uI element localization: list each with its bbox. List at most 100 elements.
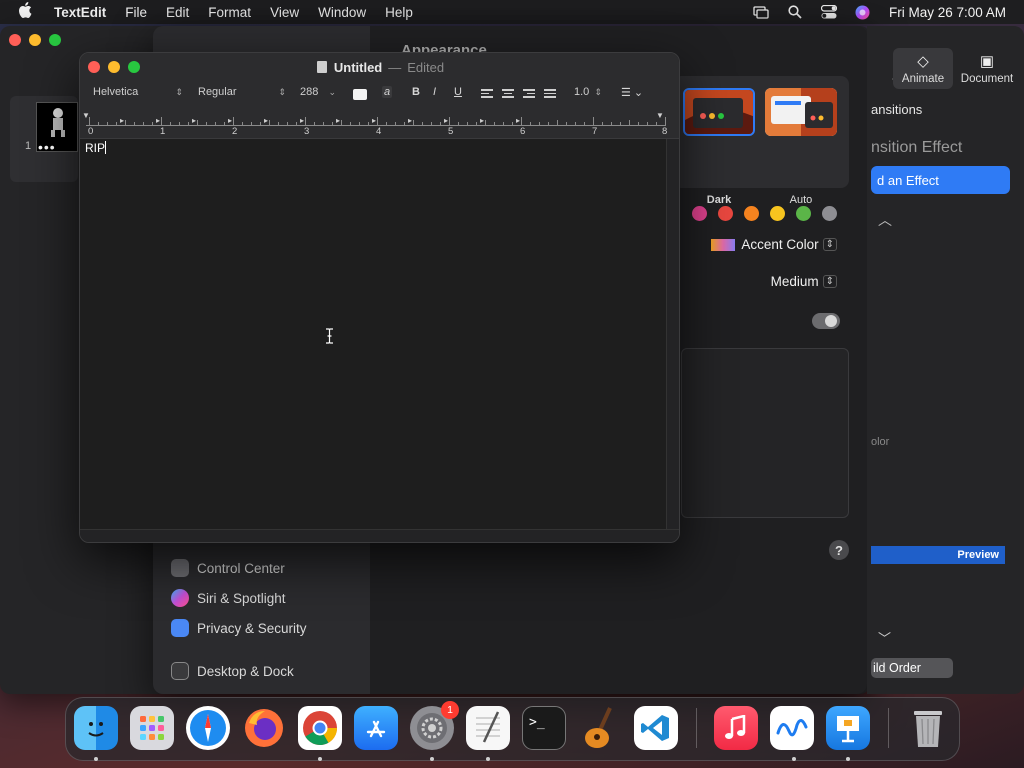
menu-window[interactable]: Window xyxy=(318,5,366,20)
keynote-zoom-button[interactable] xyxy=(49,34,61,46)
document-text-area[interactable]: RIP xyxy=(80,139,666,529)
dock-chrome-icon[interactable] xyxy=(298,706,342,750)
tab-document[interactable]: ▣ Document xyxy=(957,52,1017,85)
dock-garageband-icon[interactable] xyxy=(578,706,622,750)
tab-stop-marker[interactable]: ▸ xyxy=(300,116,304,125)
keynote-close-button[interactable] xyxy=(9,34,21,46)
dock-app-store-icon[interactable] xyxy=(354,706,398,750)
apple-menu-icon[interactable] xyxy=(18,2,36,22)
minimize-button[interactable] xyxy=(108,61,120,73)
document-name[interactable]: Untitled xyxy=(334,60,382,75)
dock-launchpad-icon[interactable] xyxy=(130,706,174,750)
menu-app-name[interactable]: TextEdit xyxy=(54,5,106,20)
ruler-tick xyxy=(107,122,108,125)
preview-button[interactable]: Preview xyxy=(871,546,1005,564)
sidebar-label: Control Center xyxy=(197,560,285,576)
sidebar-icon-size-popup[interactable]: Medium ⇕ xyxy=(771,274,837,289)
accent-yellow[interactable] xyxy=(770,206,785,221)
dock-finder-icon[interactable] xyxy=(74,706,118,750)
tab-stop-marker[interactable]: ▸ xyxy=(156,116,160,125)
background-color-icon[interactable]: a xyxy=(382,86,393,98)
dock-trash-icon[interactable] xyxy=(906,706,950,750)
sidebar-item-privacy-security[interactable]: Privacy & Security xyxy=(171,619,307,637)
accent-red[interactable] xyxy=(718,206,733,221)
underline-button[interactable]: U xyxy=(454,86,462,98)
tab-stop-marker[interactable]: ▸ xyxy=(336,116,340,125)
line-spacing-value: 1.0 xyxy=(574,86,590,98)
document-icon[interactable] xyxy=(316,61,327,73)
close-button[interactable] xyxy=(88,61,100,73)
control-center-icon[interactable] xyxy=(820,4,837,20)
ruler-tick xyxy=(620,122,621,125)
menu-clock[interactable]: Fri May 26 7:00 AM xyxy=(889,5,1006,20)
accent-pink[interactable] xyxy=(692,206,707,221)
dock-terminal-icon[interactable]: >_ xyxy=(522,706,566,750)
spotlight-search-icon[interactable] xyxy=(787,4,803,20)
sidebar-item-siri-spotlight[interactable]: Siri & Spotlight xyxy=(171,589,286,607)
accent-orange[interactable] xyxy=(744,206,759,221)
dock-keynote-icon[interactable] xyxy=(826,706,870,750)
ruler-number: 8 xyxy=(662,126,668,137)
accent-graphite[interactable] xyxy=(822,206,837,221)
tab-stop-marker[interactable]: ▸ xyxy=(120,116,124,125)
text-color-well[interactable] xyxy=(353,89,367,100)
tab-stop-marker[interactable]: ▸ xyxy=(516,116,520,125)
collapse-chevron-icon[interactable]: ︿ xyxy=(878,210,892,230)
italic-button[interactable]: I xyxy=(433,86,436,98)
dock-vscode-icon[interactable] xyxy=(634,706,678,750)
slide-more-icon[interactable]: ••• xyxy=(38,139,56,155)
menu-help[interactable]: Help xyxy=(385,5,413,20)
help-button[interactable]: ? xyxy=(829,540,849,560)
textedit-titlebar[interactable]: Untitled — Edited xyxy=(80,53,679,81)
ruler[interactable]: ▼ ▼ 0 1 2 3 4 5 6 7 8 ▸ ▸ ▸ ▸ ▸ ▸ ▸ ▸ ▸ ▸ ▸ ▸ xyxy=(80,107,679,139)
line-spacing-popup[interactable]: 1.0 ⇕ xyxy=(574,86,602,98)
dock-freeform-icon[interactable] xyxy=(770,706,814,750)
font-style-popup[interactable]: Regular ⇕ xyxy=(198,86,286,98)
align-center-icon[interactable] xyxy=(502,89,514,99)
tab-animate[interactable]: ◇ Animate xyxy=(893,48,953,89)
tab-stop-marker[interactable]: ▸ xyxy=(480,116,484,125)
bold-button[interactable]: B xyxy=(412,86,420,98)
list-bullets-icon[interactable]: ☰ ⌄ xyxy=(621,86,643,99)
theme-auto-option[interactable] xyxy=(765,88,837,136)
vertical-scrollbar[interactable] xyxy=(666,139,679,529)
ruler-tick xyxy=(188,122,189,125)
zoom-button[interactable] xyxy=(128,61,140,73)
accent-color-popup[interactable]: Accent Color ⇕ xyxy=(711,237,837,252)
font-size-combo[interactable]: 288 ⌄ xyxy=(300,86,336,98)
theme-dark-option[interactable] xyxy=(683,88,755,136)
expand-chevron-icon[interactable]: ﹀ xyxy=(878,628,891,647)
right-indent-marker[interactable]: ▼ xyxy=(656,111,664,120)
keynote-minimize-button[interactable] xyxy=(29,34,41,46)
build-order-button[interactable]: ild Order xyxy=(871,658,953,678)
tab-stop-marker[interactable]: ▸ xyxy=(228,116,232,125)
slide-navigator-item[interactable]: 1 ••• xyxy=(10,96,78,182)
font-family-popup[interactable]: Helvetica ⇕ xyxy=(93,86,183,98)
dock-firefox-icon[interactable] xyxy=(242,706,286,750)
sidebar-item-desktop-dock[interactable]: Desktop & Dock xyxy=(171,662,294,680)
justify-icon[interactable] xyxy=(544,89,556,99)
dock-music-icon[interactable] xyxy=(714,706,758,750)
screen-mirroring-icon[interactable] xyxy=(753,4,769,20)
running-indicator xyxy=(94,757,98,761)
wallpaper-tinting-toggle[interactable] xyxy=(812,313,840,329)
tab-stop-marker[interactable]: ▸ xyxy=(408,116,412,125)
accent-green[interactable] xyxy=(796,206,811,221)
dock-safari-icon[interactable] xyxy=(186,706,230,750)
align-left-icon[interactable] xyxy=(481,89,493,99)
add-effect-button[interactable]: d an Effect xyxy=(871,166,1010,194)
align-right-icon[interactable] xyxy=(523,89,535,99)
tab-stop-marker[interactable]: ▸ xyxy=(264,116,268,125)
menu-file[interactable]: File xyxy=(125,5,147,20)
tab-stop-marker[interactable]: ▸ xyxy=(444,116,448,125)
tab-stop-marker[interactable]: ▸ xyxy=(372,116,376,125)
menu-format[interactable]: Format xyxy=(208,5,251,20)
horizontal-scrollbar[interactable] xyxy=(80,529,679,542)
sidebar-item-control-center[interactable]: Control Center xyxy=(171,559,285,577)
dock-textedit-icon[interactable] xyxy=(466,706,510,750)
document-content[interactable]: RIP xyxy=(85,141,107,155)
siri-icon[interactable] xyxy=(855,4,871,20)
menu-view[interactable]: View xyxy=(270,5,299,20)
tab-stop-marker[interactable]: ▸ xyxy=(192,116,196,125)
menu-edit[interactable]: Edit xyxy=(166,5,189,20)
